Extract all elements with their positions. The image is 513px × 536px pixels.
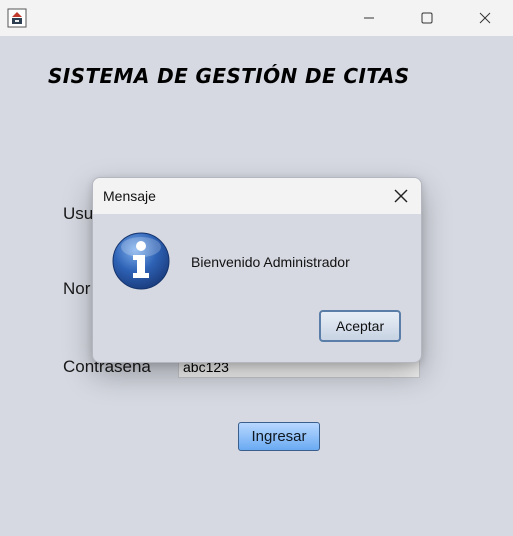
- maximize-icon: [421, 12, 433, 24]
- aceptar-label: Aceptar: [335, 318, 385, 334]
- maximize-button[interactable]: [404, 0, 450, 36]
- dialog-close-button[interactable]: [381, 178, 421, 214]
- usuario-label: Usu: [63, 204, 94, 223]
- dialog-message: Bienvenido Administrador: [191, 254, 350, 270]
- info-icon: [112, 232, 170, 290]
- close-icon: [479, 12, 491, 24]
- ingresar-label: Ingresar: [251, 428, 307, 445]
- minimize-button[interactable]: [346, 0, 392, 36]
- close-icon: [394, 189, 408, 203]
- minimize-icon: [364, 17, 374, 19]
- close-window-button[interactable]: [462, 0, 508, 36]
- aceptar-button[interactable]: Aceptar: [319, 310, 401, 342]
- dialog-titlebar: Mensaje: [93, 178, 421, 214]
- nombre-label: Nor: [63, 279, 91, 298]
- message-dialog: Mensaje Bienvenido Administrador Aceptar: [92, 177, 422, 363]
- java-cup-icon: [7, 8, 27, 28]
- dialog-title: Mensaje: [103, 188, 156, 204]
- page-title: SISTEMA DE GESTIÓN DE CITAS: [48, 64, 410, 88]
- window-titlebar: [0, 0, 513, 36]
- ingresar-button[interactable]: Ingresar: [238, 422, 320, 451]
